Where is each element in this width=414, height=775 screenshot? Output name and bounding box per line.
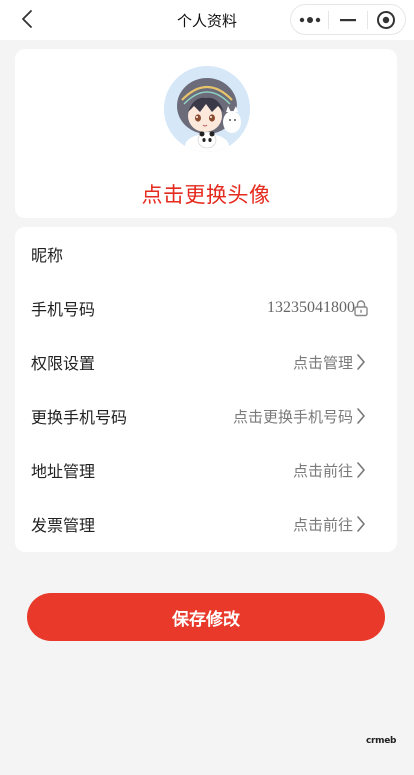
minimize-button[interactable] (329, 5, 366, 34)
list-item-invoice[interactable]: 发票管理 点击前往 (15, 497, 397, 551)
close-button[interactable] (368, 5, 405, 34)
row-value: 点击管理 (292, 353, 353, 372)
list-item-address[interactable]: 地址管理 点击前往 (15, 443, 397, 497)
list-item-permissions[interactable]: 权限设置 点击管理 (15, 335, 397, 389)
row-label: 更换手机号码 (31, 408, 128, 427)
minimize-icon (339, 18, 356, 21)
avatar-image (164, 66, 250, 152)
row-label: 昵称 (31, 246, 64, 265)
row-label: 发票管理 (31, 516, 96, 535)
list-item-nickname[interactable]: 昵称 (15, 227, 397, 281)
row-value: 点击前往 (292, 461, 353, 480)
row-value: 点击前往 (292, 515, 353, 534)
phone-number-value: 13235041800 (267, 299, 355, 316)
chevron-right-icon (355, 461, 367, 479)
row-label: 手机号码 (31, 300, 96, 319)
row-label: 权限设置 (31, 354, 96, 373)
change-avatar-link[interactable]: 点击更换头像 (15, 179, 397, 209)
save-button[interactable]: 保存修改 (27, 593, 385, 641)
chevron-right-icon (355, 407, 367, 425)
list-item-change-phone[interactable]: 更换手机号码 点击更换手机号码 (15, 389, 397, 443)
row-label: 地址管理 (31, 462, 96, 481)
avatar-card: 点击更换头像 (15, 49, 397, 218)
profile-list-card: 昵称 手机号码 13235041800 权限设置 点击管理 更换手机号码 点击更… (15, 227, 397, 552)
chevron-right-icon (355, 515, 367, 533)
top-bar: 个人资料 (0, 0, 414, 40)
brand-logo: crmeb (366, 736, 397, 746)
chevron-right-icon (355, 353, 367, 371)
more-button[interactable] (291, 5, 328, 34)
row-value: 点击更换手机号码 (232, 407, 353, 426)
more-dots-icon (299, 16, 320, 23)
mini-program-capsule (290, 4, 406, 35)
close-circle-icon (377, 10, 396, 29)
list-item-phone[interactable]: 手机号码 13235041800 (15, 281, 397, 335)
avatar[interactable] (164, 66, 250, 152)
lock-icon (354, 300, 368, 317)
